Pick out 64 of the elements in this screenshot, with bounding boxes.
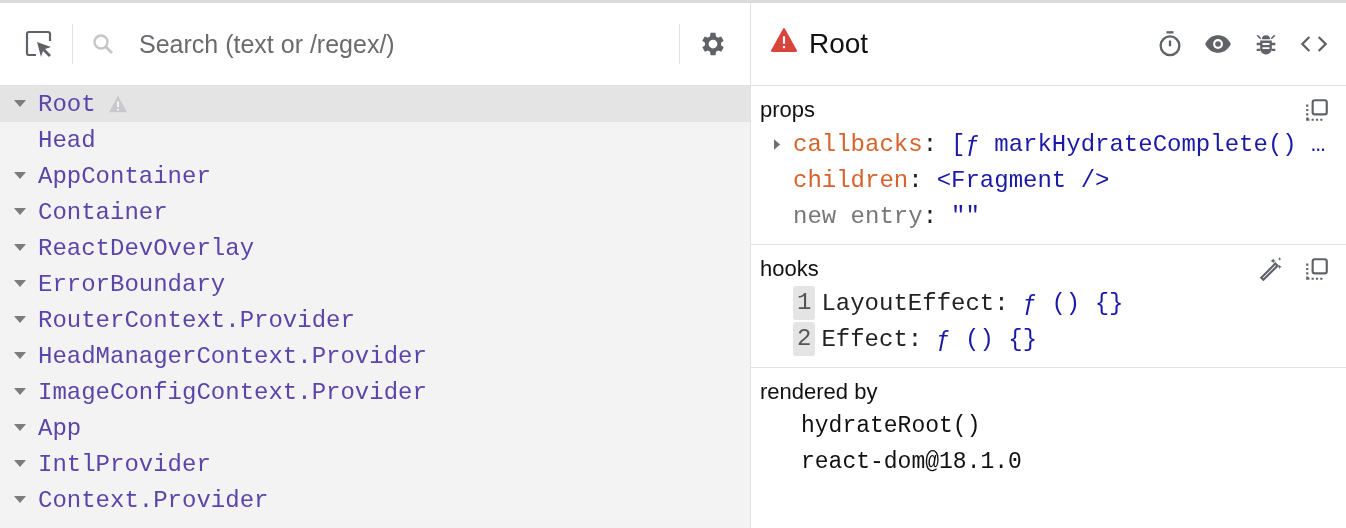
- collapse-caret-icon[interactable]: [14, 352, 26, 360]
- owner-name[interactable]: hydrateRoot(): [801, 413, 981, 439]
- section-heading: rendered by: [760, 379, 878, 405]
- tree-item[interactable]: RouterContext.Provider: [0, 302, 750, 338]
- tree-item[interactable]: Context.Provider: [0, 482, 750, 518]
- component-name: Head: [38, 126, 96, 154]
- tree-item[interactable]: ReactDevOverlay: [0, 230, 750, 266]
- section-heading: hooks: [760, 256, 819, 282]
- copy-icon[interactable]: [1304, 97, 1330, 123]
- prop-value: "": [951, 202, 980, 230]
- collapse-caret-icon[interactable]: [14, 316, 26, 324]
- expand-caret-icon[interactable]: [774, 138, 781, 150]
- tree-item[interactable]: ImageConfigContext.Provider: [0, 374, 750, 410]
- collapse-caret-icon[interactable]: [14, 496, 26, 504]
- component-name: Container: [38, 198, 168, 226]
- collapse-caret-icon[interactable]: [14, 172, 26, 180]
- component-title: Root: [809, 28, 869, 60]
- prop-name: children: [793, 166, 909, 194]
- prop-value: [ƒ markHydrateComplete() …: [951, 130, 1326, 158]
- component-name: ImageConfigContext.Provider: [38, 378, 427, 406]
- collapse-caret-icon[interactable]: [14, 388, 26, 396]
- owner-name[interactable]: react-dom@18.1.0: [801, 449, 1022, 475]
- component-name: ErrorBoundary: [38, 270, 226, 298]
- hook-value: ƒ () {}: [936, 325, 1038, 353]
- magic-wand-icon[interactable]: [1258, 256, 1284, 282]
- tree-item[interactable]: ErrorBoundary: [0, 266, 750, 302]
- colon: :: [922, 130, 938, 158]
- hook-name: Effect: [821, 325, 908, 353]
- component-name: Root: [38, 90, 96, 118]
- colon: :: [908, 166, 923, 194]
- component-name: IntlProvider: [38, 450, 211, 478]
- component-name: ReactDevOverlay: [38, 234, 255, 262]
- tree-item[interactable]: Root: [0, 86, 750, 122]
- tree-item[interactable]: App: [0, 410, 750, 446]
- collapse-caret-icon[interactable]: [14, 280, 26, 288]
- colon: :: [907, 325, 923, 353]
- tree-item[interactable]: Head: [0, 122, 750, 158]
- tree-item[interactable]: HeadManagerContext.Provider: [0, 338, 750, 374]
- collapse-caret-icon[interactable]: [14, 424, 26, 432]
- component-name: RouterContext.Provider: [38, 306, 355, 334]
- collapse-caret-icon[interactable]: [14, 208, 26, 216]
- component-name: App: [38, 414, 82, 442]
- copy-icon[interactable]: [1304, 256, 1330, 282]
- colon: :: [922, 202, 938, 230]
- tree-item[interactable]: IntlProvider: [0, 446, 750, 482]
- component-name: HeadManagerContext.Provider: [38, 342, 427, 370]
- section-heading: props: [760, 97, 816, 123]
- hook-name: LayoutEffect: [821, 289, 995, 317]
- prop-name: callbacks: [793, 130, 923, 158]
- search-icon: [91, 32, 115, 56]
- select-element-icon[interactable]: [24, 29, 54, 59]
- prop-value: <Fragment />: [936, 166, 1110, 194]
- tree-item[interactable]: AppContainer: [0, 158, 750, 194]
- collapse-caret-icon[interactable]: [14, 100, 26, 108]
- hook-value: ƒ () {}: [1022, 289, 1124, 317]
- component-name: Context.Provider: [38, 486, 269, 514]
- colon: :: [994, 289, 1009, 317]
- collapse-caret-icon[interactable]: [14, 244, 26, 252]
- collapse-caret-icon[interactable]: [14, 460, 26, 468]
- prop-name: new entry: [793, 202, 923, 230]
- component-name: AppContainer: [38, 162, 211, 190]
- tree-item[interactable]: Container: [0, 194, 750, 230]
- hook-index: 2: [793, 322, 816, 356]
- hook-index: 1: [793, 286, 816, 320]
